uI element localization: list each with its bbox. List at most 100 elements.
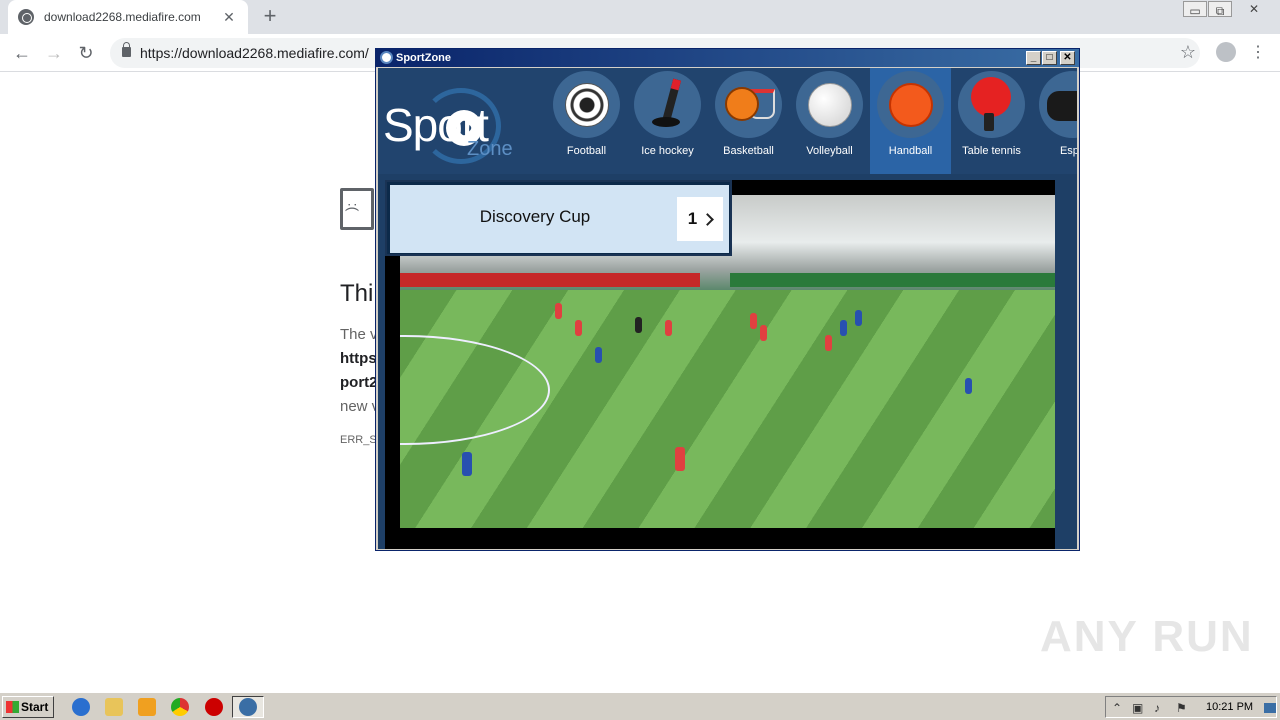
sportzone-body: Sport Zone Football Ice hockey Basketbal…	[378, 68, 1077, 549]
player	[595, 347, 602, 363]
window-title: SportZone	[396, 52, 451, 64]
lock-icon	[122, 42, 131, 57]
next-competition-button[interactable]: 1	[677, 197, 723, 241]
tray-expand-icon[interactable]: ⌃	[1112, 701, 1122, 715]
forward-arrow-icon[interactable]: →	[42, 41, 66, 65]
profile-avatar-icon[interactable]	[1216, 42, 1236, 62]
sad-page-icon	[340, 188, 374, 230]
competition-page-number: 1	[687, 209, 698, 228]
category-ice-hockey[interactable]: Ice hockey	[627, 68, 708, 174]
back-arrow-icon[interactable]: ←	[10, 41, 34, 65]
windows-logo-icon	[6, 701, 19, 713]
watermark: ANY RUN	[1040, 612, 1254, 661]
competition-name: Discovery Cup	[479, 207, 591, 226]
competition-card[interactable]: Discovery Cup 1	[385, 180, 732, 256]
internet-explorer-icon[interactable]	[72, 698, 90, 716]
handball-icon	[889, 83, 933, 127]
maximize-button[interactable]: □	[1042, 51, 1057, 65]
clock[interactable]: 10:21 PM	[1206, 701, 1253, 713]
taskbar: Start ⌃ ▣ ♪ ⚑ 10:21 PM	[0, 692, 1280, 720]
category-disc	[634, 71, 701, 138]
player	[760, 325, 767, 341]
category-disc	[1039, 71, 1077, 138]
volleyball-icon	[808, 83, 852, 127]
sportzone-app-icon	[380, 51, 393, 64]
address-url[interactable]: https://download2268.mediafire.com/	[140, 45, 369, 61]
player	[665, 320, 672, 336]
category-disc	[715, 71, 782, 138]
sportzone-header: Sport Zone Football Ice hockey Basketbal…	[378, 68, 1077, 174]
player	[965, 378, 972, 394]
player	[635, 317, 642, 333]
system-tray: ⌃ ▣ ♪ ⚑ 10:21 PM	[1105, 696, 1277, 718]
sportzone-titlebar[interactable]: SportZone _ □ ✕	[376, 49, 1079, 67]
category-label: Ice hockey	[641, 145, 694, 157]
paddle-handle	[984, 113, 994, 131]
category-disc	[553, 71, 620, 138]
ice-hockey-icon	[652, 78, 682, 131]
new-tab-button[interactable]: +	[258, 4, 282, 28]
category-label: Basketball	[723, 145, 774, 157]
player	[675, 447, 685, 471]
category-volleyball[interactable]: Volleyball	[789, 68, 870, 174]
chrome-icon[interactable]	[171, 698, 189, 716]
minimize-button[interactable]: _	[1026, 51, 1041, 65]
window-minimize-button[interactable]: ▭	[1183, 1, 1207, 18]
player	[750, 313, 757, 329]
browser-tabstrip: download2268.mediafire.com ✕ + ▭ ⧉ ✕	[0, 0, 1280, 34]
window-close-button[interactable]: ✕	[1240, 0, 1268, 18]
category-esports[interactable]: Espo	[1032, 68, 1077, 174]
logo-sub: Zone	[467, 138, 513, 160]
football-icon	[565, 83, 609, 127]
category-label: Football	[566, 145, 607, 157]
category-football[interactable]: Football	[546, 68, 627, 174]
category-label: Espo	[1059, 145, 1077, 157]
chevron-right-icon	[701, 212, 715, 226]
close-button[interactable]: ✕	[1060, 51, 1075, 65]
show-desktop-icon[interactable]	[1264, 703, 1276, 713]
category-disc	[877, 71, 944, 138]
tab-title: download2268.mediafire.com	[44, 10, 201, 24]
player	[555, 303, 562, 319]
category-basketball[interactable]: Basketball	[708, 68, 789, 174]
error-code: ERR_S	[340, 434, 377, 446]
kebab-menu-icon[interactable]: ⋮	[1250, 42, 1266, 62]
category-label: Handball	[888, 145, 933, 157]
player	[855, 310, 862, 326]
player	[840, 320, 847, 336]
reload-icon[interactable]: ↻	[74, 41, 98, 65]
player	[575, 320, 582, 336]
category-label: Volleyball	[806, 145, 853, 157]
sportzone-logo: Sport Zone	[383, 84, 533, 164]
category-disc	[958, 71, 1025, 138]
category-handball[interactable]: Handball	[870, 68, 951, 174]
start-button[interactable]: Start	[2, 696, 54, 718]
window-restore-button[interactable]: ⧉	[1208, 1, 1232, 18]
media-player-icon[interactable]	[138, 698, 156, 716]
gamepad-icon	[1047, 91, 1077, 121]
browser-tab[interactable]: download2268.mediafire.com ✕	[8, 0, 248, 34]
globe-icon	[18, 9, 34, 25]
error-line: https	[340, 350, 377, 367]
error-line: new v	[340, 398, 380, 415]
volume-icon[interactable]: ♪	[1154, 701, 1160, 715]
ad-board	[730, 273, 1055, 287]
error-line: The v	[340, 326, 378, 343]
category-disc	[796, 71, 863, 138]
sportzone-app-icon	[239, 698, 257, 716]
sportzone-taskbar-button[interactable]	[232, 696, 264, 718]
table-tennis-icon	[971, 77, 1011, 117]
folder-icon[interactable]	[105, 698, 123, 716]
bookmark-star-icon[interactable]: ☆	[1180, 42, 1196, 63]
network-icon[interactable]: ▣	[1132, 701, 1143, 715]
competition-card-inner: Discovery Cup 1	[390, 185, 729, 253]
player	[825, 335, 832, 351]
player	[462, 452, 472, 476]
error-title: Thi	[340, 280, 374, 307]
flag-icon[interactable]: ⚑	[1176, 701, 1187, 715]
basketball-icon	[725, 87, 759, 121]
opera-icon[interactable]	[205, 698, 223, 716]
category-table-tennis[interactable]: Table tennis	[951, 68, 1032, 174]
tab-close-icon[interactable]: ✕	[220, 9, 238, 26]
category-label: Table tennis	[962, 145, 1021, 157]
